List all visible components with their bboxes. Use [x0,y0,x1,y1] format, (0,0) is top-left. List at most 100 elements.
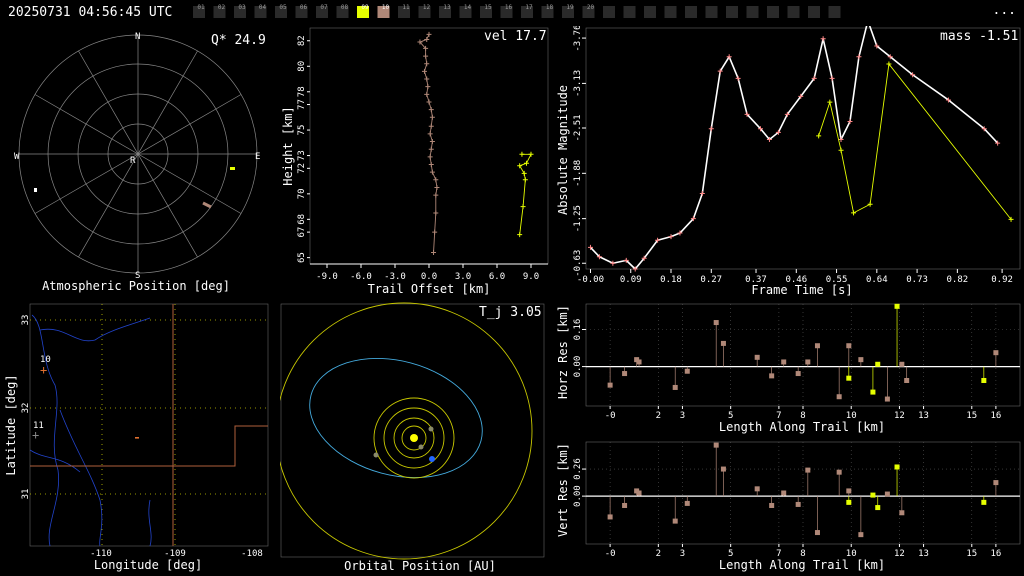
magnitude-series-group [587,26,1014,272]
vert-plot-frame [585,441,1021,545]
horz-point [672,384,678,390]
map-ytick-2: 32 [21,403,31,414]
horz-xtick-label: 15 [966,411,977,421]
vert-point [899,510,905,516]
horz-point [713,320,719,326]
planet-marker-2 [418,444,424,450]
horz-point [875,361,881,367]
trail-ytick-label: 70 [297,188,307,199]
mag-ytick-label: -0.63 [573,250,583,277]
trail-offset-xlabel: Trail Offset [km] [368,282,491,296]
vert-point [858,532,864,538]
vert-point [769,502,775,508]
radar-point-white [34,188,37,192]
horz-point [769,373,775,379]
horz-xtick-label: 2 [656,411,661,421]
station-label: 08 [341,4,349,11]
trail-point [426,99,432,105]
trail-ytick-label: 78 [297,86,307,97]
vert-point [684,500,690,506]
horz-point [894,303,900,309]
trail-x-ticks: -9.0 -6.0 -3.0 0.0 3.0 6.0 9.0 [316,264,539,282]
trail-point [519,151,525,157]
orbital-position-panel: T_j 3.05 Orbital Position [AU] [280,302,545,573]
station-label: 09 [361,4,369,11]
absolute-magnitude-ylabel: Absolute Magnitude [556,85,570,215]
horz-xtick-label: -0 [605,411,616,421]
station-box [767,6,779,18]
station-box [705,6,718,18]
horz-xlabel: Length Along Trail [km] [719,420,885,434]
station-label: 06 [300,4,308,11]
trail-xtick-label: 6.0 [489,272,505,282]
trail-ytick-label: 65 [297,252,307,263]
station-box [746,6,759,18]
q-star-readout: Q* 24.9 [211,33,266,48]
vert-point [754,486,760,492]
station-label: 15 [484,4,492,11]
station-indicator-row: 01 02 03 04 05 06 07 08 09 10 11 12 13 14 15 16 17 18 19 20 [193,4,841,18]
vert-point [713,442,719,448]
mag-series-line [589,26,999,270]
polar-grid [18,34,258,274]
orbital-position-title: Orbital Position [AU] [344,559,496,573]
mag-xtick-label: 0.82 [947,275,969,285]
mag-point [856,54,862,60]
velocity-readout: vel 17.7 [484,29,547,44]
horz-point [846,375,852,381]
magnitude-panel: -0.00 0.09 0.18 0.27 0.37 0.46 0.55 0.64 0.73 0.8… [556,26,1021,297]
trail-point [424,76,430,82]
horz-ytick-label: 0.16 [573,319,583,341]
trail-point [429,139,435,145]
station-label: 16 [505,4,513,11]
station-marker-11: + [32,428,39,442]
station-marker-10: + [40,363,47,377]
horz-xtick-label: 16 [990,411,1001,421]
trail-series-line [519,153,532,235]
trail-xtick-label: -9.0 [316,272,338,282]
atmospheric-position-title: Atmospheric Position [deg] [42,279,230,293]
compass-west-label: W [14,152,20,162]
station-label: 19 [566,4,574,11]
trail-ytick-label: 75 [297,125,307,136]
vert-xtick-label: 2 [656,549,661,559]
vert-xtick-label: 3 [680,549,685,559]
trail-point [521,170,527,176]
trail-point [433,210,439,216]
mag-point [816,133,822,139]
horz-xtick-label: 3 [680,411,685,421]
trail-ytick-label: 68 [297,214,307,225]
orbit-frame [280,303,545,558]
mag-point [610,260,616,266]
horz-point [884,396,890,402]
horz-xtick-label: 12 [894,411,905,421]
trail-point [520,204,526,210]
station-label: 03 [238,4,246,11]
trail-point [431,250,437,256]
trail-y-ticks: 65 67 68 70 72 73 75 77 78 80 82 [297,35,310,263]
horz-point [795,371,801,377]
radar-track-yellow [230,167,235,170]
vert-point [814,530,820,536]
vert-xlabel: Length Along Trail [km] [719,558,885,572]
station-label: 14 [464,4,472,11]
trail-point [423,53,429,59]
mag-ytick-label: -3.76 [573,26,583,52]
horz-ytick-label: 0.00 [573,356,583,378]
vert-point [981,499,987,505]
trail-xtick-label: -3.0 [384,272,406,282]
horz-point [846,343,852,349]
horz-point [814,343,820,349]
horz-gridlines [586,304,1020,406]
ground-map-panel: 10 11 + + -110 -109 -108 33 32 31 Longit… [4,303,269,572]
trail-ytick-label: 73 [297,150,307,161]
longitude-xlabel: Longitude [deg] [94,558,202,572]
station-box [787,6,800,18]
tisserand-readout: T_j 3.05 [479,305,542,320]
magnitude-y-ticks: -3.76 -3.13 -2.51 -1.88 -1.25 -0.63 [573,26,586,277]
sun-marker [410,434,418,442]
trail-point [424,61,430,67]
more-menu-button[interactable]: ... [993,3,1016,18]
trail-xtick-label: 0.0 [421,272,437,282]
vertical-residuals-panel: -0 2 3 5 7 8 10 12 13 15 160.260.00 Length Along T… [556,441,1021,572]
